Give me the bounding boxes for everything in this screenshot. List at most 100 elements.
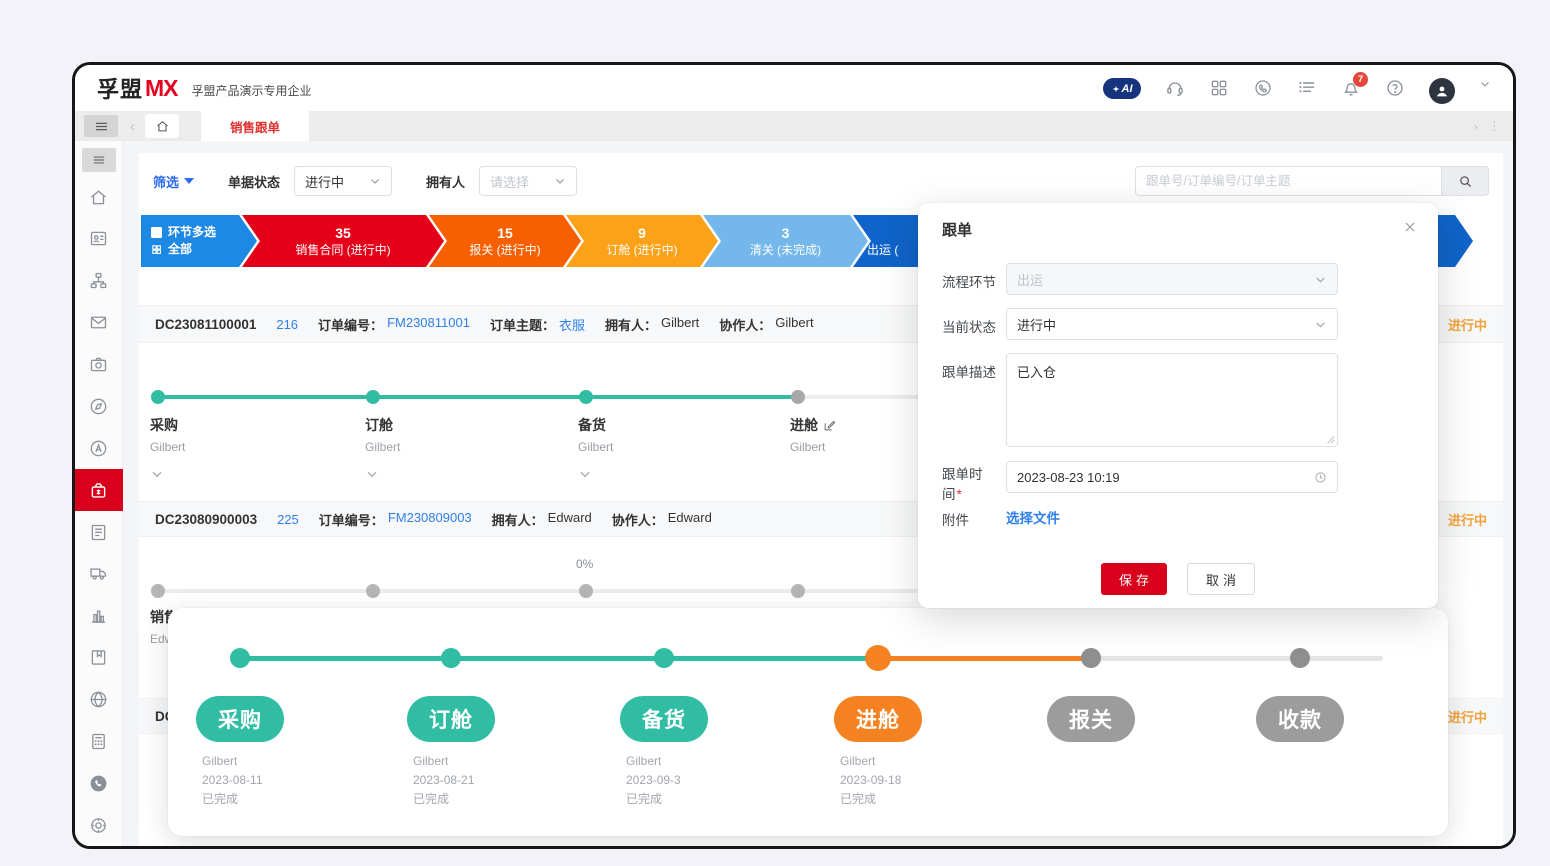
timeline-dot-pending[interactable] <box>579 584 593 598</box>
process-step-select[interactable]: 出运 <box>1006 263 1338 295</box>
description-textarea[interactable]: 已入仓 <box>1006 353 1338 447</box>
popup-dot-done <box>654 648 674 668</box>
popup-step-person: Gilbert <box>413 752 474 771</box>
popup-step-pill[interactable]: 进舱 <box>834 696 922 742</box>
ai-badge-label: AI <box>1122 83 1133 95</box>
filter-trigger[interactable]: 筛选 <box>153 172 194 191</box>
sidebar-item-camera[interactable] <box>75 344 123 386</box>
popup-step-person: Gilbert <box>626 752 681 771</box>
process-step-value: 出运 <box>1017 270 1043 289</box>
tabs-more-icon[interactable]: ⋮ <box>1488 118 1501 134</box>
sidebar-item-home[interactable] <box>75 176 123 218</box>
pipeline-stage-clearance[interactable]: 3 清关 (未完成) <box>703 215 868 267</box>
order-badge[interactable]: 225 <box>277 512 299 527</box>
timeline-dot-pending[interactable] <box>791 390 805 404</box>
modal-close-icon[interactable] <box>1402 219 1418 235</box>
back-chevron-icon[interactable]: ‹ <box>130 118 135 135</box>
wechat-icon[interactable] <box>1253 78 1273 98</box>
popup-step-pill[interactable]: 报关 <box>1047 696 1135 742</box>
step-person: Gilbert <box>150 440 300 454</box>
timeline-dot-pending[interactable] <box>366 584 380 598</box>
edit-icon[interactable] <box>823 419 836 432</box>
ai-assistant-button[interactable]: AI <box>1103 78 1141 98</box>
stage-label: 订舱 (进行中) <box>606 242 677 258</box>
search-button[interactable] <box>1441 166 1489 196</box>
tab-sales-tracking[interactable]: 销售跟单 <box>201 111 309 141</box>
stage-count: 9 <box>638 225 646 242</box>
owner-filter-select[interactable]: 请选择 <box>479 166 577 196</box>
timeline-dot-done[interactable] <box>366 390 380 404</box>
help-icon[interactable] <box>1385 78 1405 98</box>
tab-bar: ‹ 销售跟单 › ⋮ <box>75 111 1513 141</box>
sidebar-item-marketing[interactable] <box>75 427 123 469</box>
step-expand-chevron-icon[interactable] <box>150 467 300 486</box>
popup-step-person: Gilbert <box>840 752 901 771</box>
timeline-dot-done[interactable] <box>579 390 593 404</box>
popup-step-meta: Gilbert 2023-08-11 已完成 <box>202 752 263 809</box>
search-input[interactable] <box>1135 166 1441 196</box>
popup-step-pill[interactable]: 采购 <box>196 696 284 742</box>
sidebar-item-invoice[interactable] <box>75 511 123 553</box>
sidebar-item-global-trade[interactable] <box>75 679 123 721</box>
order-collab: Edward <box>668 510 712 529</box>
pipeline-all-stages[interactable]: 环节多选 全部 <box>141 215 257 267</box>
sidebar-item-mail[interactable] <box>75 302 123 344</box>
tracking-time-input[interactable]: 2023-08-23 10:19 <box>1006 461 1338 493</box>
headset-icon[interactable] <box>1165 78 1185 98</box>
order-subject-link[interactable]: 衣服 <box>559 315 585 334</box>
stage-label: 销售合同 (进行中) <box>295 242 390 258</box>
timeline-dot-done[interactable] <box>151 390 165 404</box>
popup-step-pill[interactable]: 备货 <box>620 696 708 742</box>
app-window: 孚盟 MX 孚盟产品演示专用企业 AI 7 <box>72 62 1516 849</box>
sidebar-item-whatsapp[interactable] <box>75 762 123 804</box>
sidebar-menu-icon[interactable] <box>75 143 123 176</box>
notification-bell-icon[interactable]: 7 <box>1341 78 1361 98</box>
sidebar-item-ledger[interactable] <box>75 637 123 679</box>
timeline-dot-pending[interactable] <box>151 584 165 598</box>
sidebar-item-contacts[interactable] <box>75 218 123 260</box>
resize-handle-icon[interactable] <box>1325 434 1335 444</box>
sidebar-item-org-tree[interactable] <box>75 260 123 302</box>
popup-dot-current <box>865 645 891 671</box>
sidebar-item-sales-active[interactable] <box>75 469 123 511</box>
order-no-label: 订单编号： <box>318 315 383 334</box>
filter-trigger-label: 筛选 <box>153 172 179 191</box>
avatar[interactable] <box>1429 78 1455 98</box>
tabs-scroll-right-icon[interactable]: › <box>1474 119 1478 134</box>
current-status-select[interactable]: 进行中 <box>1006 308 1338 340</box>
pipeline-stage-booking[interactable]: 9 订舱 (进行中) <box>566 215 718 267</box>
choose-file-link[interactable]: 选择文件 <box>1006 507 1060 527</box>
popup-dot-done <box>230 648 250 668</box>
multi-select-checkbox[interactable] <box>151 227 162 238</box>
menu-toggle-button[interactable] <box>84 115 118 137</box>
save-button[interactable]: 保存 <box>1101 563 1167 595</box>
order-no-link[interactable]: FM230809003 <box>388 510 472 529</box>
status-filter-select[interactable]: 进行中 <box>294 166 392 196</box>
order-status: 进行中 <box>1448 315 1487 334</box>
sidebar-item-compass[interactable] <box>75 385 123 427</box>
current-status-value: 进行中 <box>1017 315 1056 334</box>
order-badge[interactable]: 216 <box>276 317 298 332</box>
pipeline-stage-contract[interactable]: 35 销售合同 (进行中) <box>242 215 444 267</box>
step-expand-chevron-icon[interactable] <box>365 467 515 486</box>
popup-step-pill[interactable]: 订舱 <box>407 696 495 742</box>
sidebar-item-calculator[interactable] <box>75 720 123 762</box>
status-filter-value: 进行中 <box>305 172 344 191</box>
sidebar-item-settings[interactable] <box>75 804 123 846</box>
search-icon <box>1458 174 1473 189</box>
sidebar-item-reports[interactable] <box>75 595 123 637</box>
timeline-dot-pending[interactable] <box>791 584 805 598</box>
apps-grid-icon[interactable] <box>1209 78 1229 98</box>
sidebar-item-logistics[interactable] <box>75 553 123 595</box>
timeline-popup: 采购 订舱 备货 进舱 报关 收款 Gilbert 2023-08-11 已完成… <box>168 608 1448 836</box>
cancel-button[interactable]: 取消 <box>1187 563 1255 595</box>
order-no-link[interactable]: FM230811001 <box>387 315 470 334</box>
user-menu-chevron-icon[interactable] <box>1479 78 1491 98</box>
popup-step-pill[interactable]: 收款 <box>1256 696 1344 742</box>
stage-count: 3 <box>782 225 790 242</box>
step-expand-chevron-icon[interactable] <box>578 467 728 486</box>
home-tab-button[interactable] <box>145 114 179 138</box>
pipeline-stage-customs[interactable]: 15 报关 (进行中) <box>429 215 581 267</box>
stage-label: 出运 ( <box>867 242 898 258</box>
report-list-icon[interactable] <box>1297 78 1317 98</box>
